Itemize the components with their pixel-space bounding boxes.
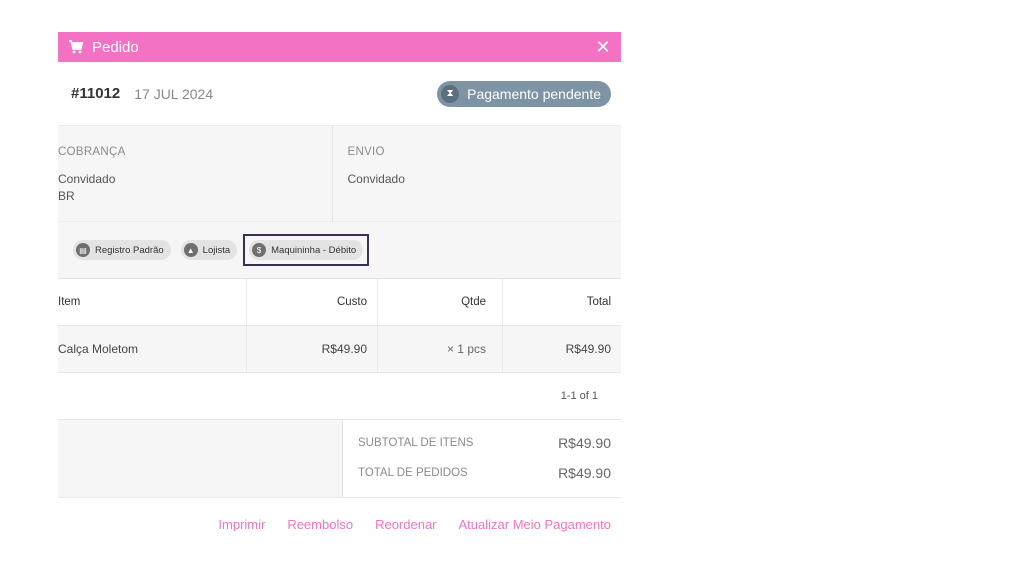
total-value: R$49.90 (558, 465, 611, 481)
close-icon[interactable]: ✕ (595, 38, 611, 56)
order-header: #11012 17 JUL 2024 ⧗ Pagamento pendente (58, 62, 621, 126)
subtotal-value: R$49.90 (558, 435, 611, 451)
items-table: Item Custo Qtde Total Calça Moletom R$49… (58, 279, 621, 372)
reorder-button[interactable]: Reordenar (375, 517, 436, 532)
chip-register[interactable]: ▤ Registro Padrão (73, 240, 171, 260)
table-row[interactable]: Calça Moletom R$49.90 × 1 pcs R$49.90 (58, 325, 621, 372)
col-item[interactable]: Item (58, 279, 247, 326)
status-label: Pagamento pendente (467, 85, 601, 102)
subtotal-label: SUBTOTAL DE ITENS (358, 437, 474, 449)
billing-block: COBRANÇA Convidado BR (58, 126, 333, 221)
store-icon: ▲ (183, 243, 198, 257)
col-cost[interactable]: Custo (246, 279, 378, 326)
billing-heading: COBRANÇA (58, 146, 126, 158)
billing-name: Convidado (58, 172, 116, 186)
totals-spacer (58, 420, 343, 497)
cell-item: Calça Moletom (58, 325, 247, 372)
col-qty[interactable]: Qtde (377, 279, 503, 326)
subtotal-row: SUBTOTAL DE ITENS R$49.90 (358, 428, 611, 458)
print-button[interactable]: Imprimir (218, 517, 265, 532)
tag-chips: ▤ Registro Padrão ▲ Lojista $ Maquininha… (58, 222, 621, 279)
chip-label: Maquininha - Débito (271, 244, 357, 256)
action-bar: Imprimir Reembolso Reordenar Atualizar M… (58, 498, 621, 550)
pagination-label: 1-1 of 1 (560, 390, 598, 402)
cart-icon (68, 39, 84, 55)
address-section: COBRANÇA Convidado BR ENVIO Convidado (58, 126, 621, 222)
card-icon: $ (252, 243, 267, 257)
shipping-block: ENVIO Convidado (333, 126, 622, 221)
total-row: TOTAL DE PEDIDOS R$49.90 (358, 458, 611, 488)
cell-cost: R$49.90 (246, 325, 378, 372)
update-payment-button[interactable]: Atualizar Meio Pagamento (459, 517, 611, 532)
order-date: 17 JUL 2024 (134, 85, 214, 102)
status-badge: ⧗ Pagamento pendente (437, 80, 611, 107)
total-label: TOTAL DE PEDIDOS (358, 467, 468, 479)
order-panel: Pedido ✕ #11012 17 JUL 2024 ⧗ Pagamento … (58, 32, 621, 550)
pagination: 1-1 of 1 (58, 372, 621, 420)
title-bar: Pedido ✕ (58, 32, 621, 62)
refund-button[interactable]: Reembolso (287, 517, 353, 532)
cell-qty: × 1 pcs (377, 325, 503, 372)
chip-store[interactable]: ▲ Lojista (180, 240, 238, 260)
chip-label: Registro Padrão (95, 244, 164, 256)
col-total[interactable]: Total (502, 279, 621, 326)
shipping-name: Convidado (347, 172, 405, 186)
window-title: Pedido (92, 38, 139, 56)
shipping-heading: ENVIO (347, 146, 385, 158)
table-header-row: Item Custo Qtde Total (58, 279, 621, 326)
chip-label: Lojista (202, 244, 231, 256)
hourglass-icon: ⧗ (441, 84, 460, 103)
register-icon: ▤ (76, 243, 90, 257)
chip-payment[interactable]: $ Maquininha - Débito (249, 240, 364, 260)
cell-total: R$49.90 (502, 325, 621, 372)
totals-values: SUBTOTAL DE ITENS R$49.90 TOTAL DE PEDID… (343, 420, 621, 497)
selected-chip-frame: $ Maquininha - Débito (243, 234, 370, 266)
order-number: #11012 (71, 85, 121, 102)
totals-section: SUBTOTAL DE ITENS R$49.90 TOTAL DE PEDID… (58, 420, 621, 498)
billing-country: BR (58, 189, 75, 203)
